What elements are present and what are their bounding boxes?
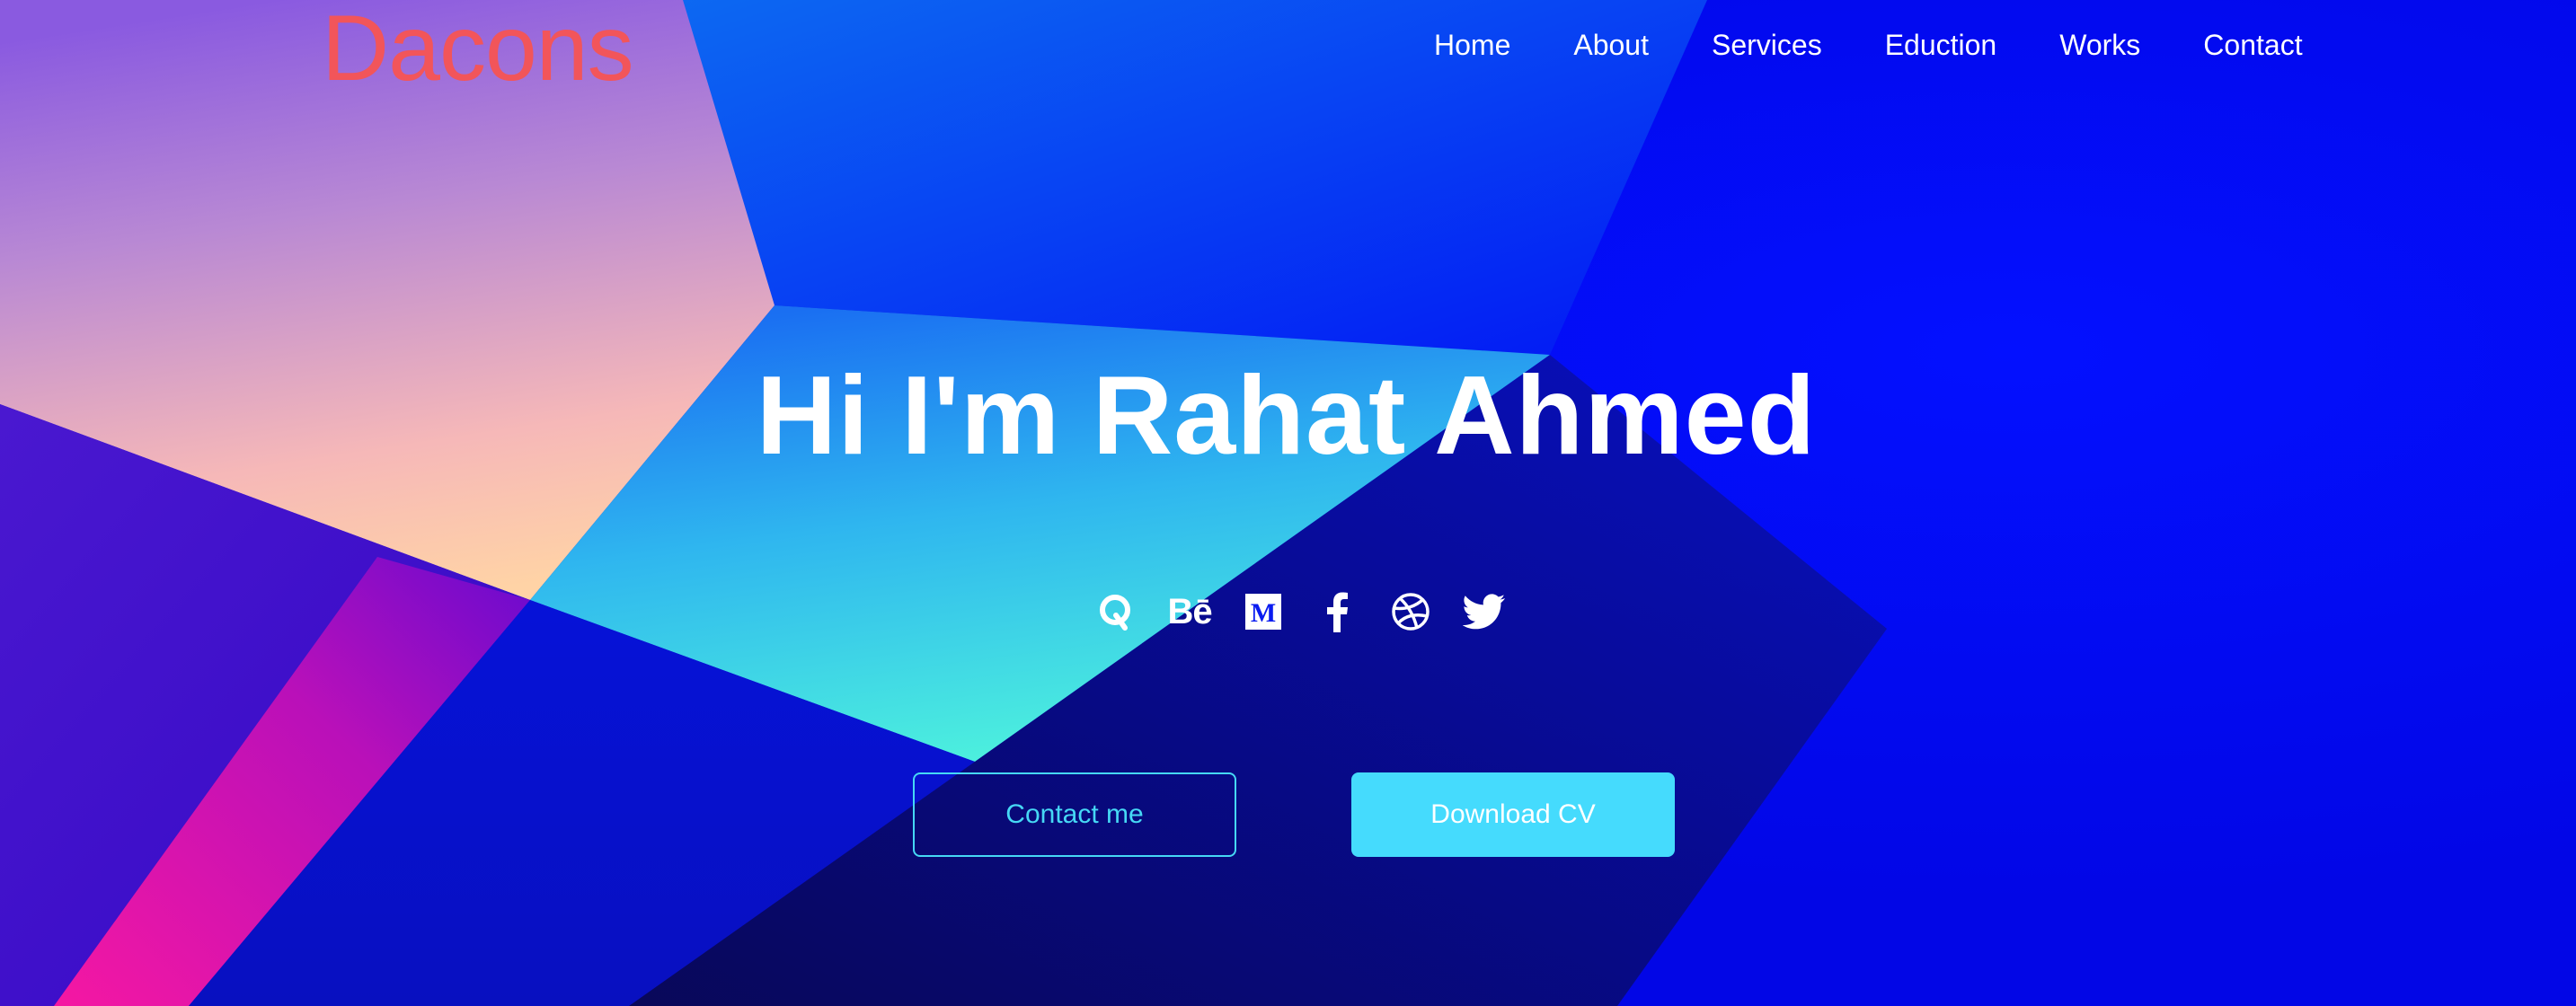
dribbble-icon[interactable] (1389, 588, 1432, 635)
facebook-icon[interactable] (1315, 588, 1359, 635)
hero-background (0, 0, 2576, 1006)
nav-link-works[interactable]: Works (2059, 29, 2140, 62)
nav-link-eduction[interactable]: Eduction (1885, 29, 1997, 62)
nav-menu: Home About Services Eduction Works Conta… (1434, 29, 2303, 62)
contact-me-button[interactable]: Contact me (913, 772, 1236, 857)
hero-title: Hi I'm Rahat Ahmed (756, 354, 1817, 478)
nav-link-home[interactable]: Home (1434, 29, 1510, 62)
behance-icon[interactable]: Bē (1167, 588, 1212, 635)
medium-icon[interactable]: M (1242, 588, 1285, 635)
quora-icon[interactable] (1094, 588, 1138, 635)
social-links: Bē M (1094, 588, 1506, 635)
navbar: Dacons Home About Services Eduction Work… (0, 0, 2576, 99)
download-cv-button[interactable]: Download CV (1351, 772, 1675, 857)
nav-link-contact[interactable]: Contact (2203, 29, 2302, 62)
behance-glyph: Bē (1167, 592, 1212, 631)
svg-text:M: M (1251, 598, 1276, 628)
nav-link-about[interactable]: About (1573, 29, 1649, 62)
brand-logo[interactable]: Dacons (322, 2, 634, 95)
nav-link-services[interactable]: Services (1712, 29, 1822, 62)
twitter-icon[interactable] (1463, 588, 1506, 635)
hero-section: Dacons Home About Services Eduction Work… (0, 0, 2576, 1006)
